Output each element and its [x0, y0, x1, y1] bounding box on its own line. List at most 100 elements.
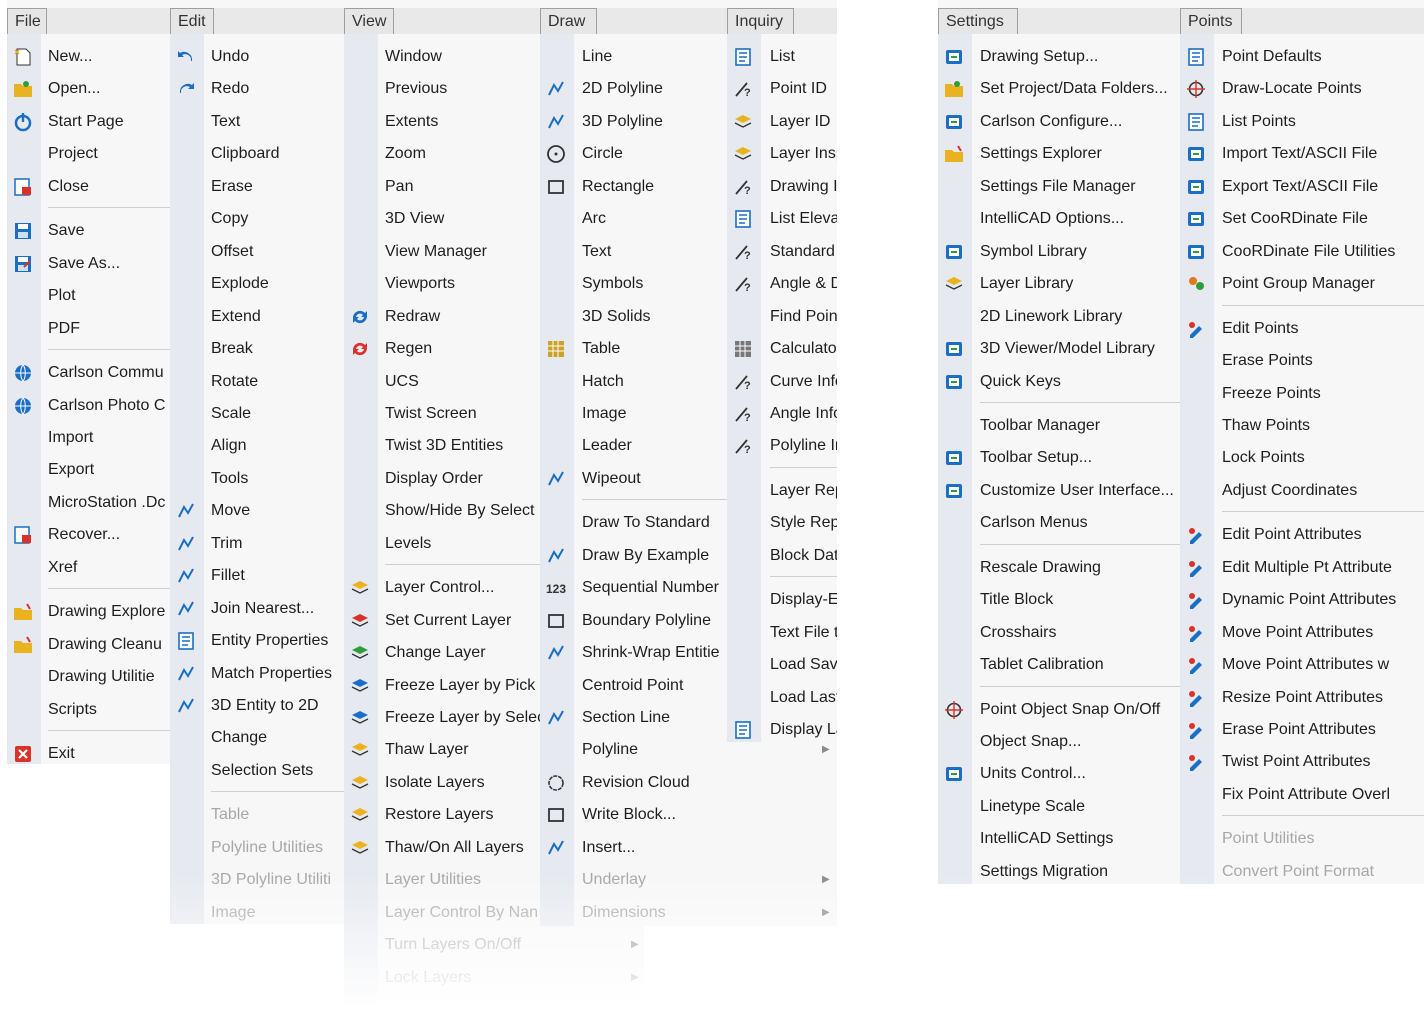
menu-item[interactable]: Edit Point Attributes	[1180, 520, 1424, 550]
menu-item[interactable]: Entity Properties	[170, 626, 344, 656]
menu-item[interactable]: Undo	[170, 42, 344, 72]
menu-item[interactable]: Twist Point Attributes	[1180, 747, 1424, 777]
menu-item[interactable]: Erase Point Attributes	[1180, 715, 1424, 745]
menu-item[interactable]: Carlson Commu	[7, 358, 170, 388]
menu-item[interactable]: Layer ID	[727, 107, 837, 137]
menu-item[interactable]: Layer Report	[727, 476, 837, 506]
menu-item[interactable]: Draw-Locate Points	[1180, 74, 1424, 104]
menu-item[interactable]: Settings Explorer	[938, 139, 1180, 169]
menu-item[interactable]: Units Control...	[938, 759, 1180, 789]
menu-item[interactable]: Xref	[7, 553, 170, 583]
menu-item[interactable]: Toolbar Setup...	[938, 443, 1180, 473]
menu-item[interactable]: Set CooRDinate File	[1180, 204, 1424, 234]
menu-item[interactable]: Insert...	[540, 833, 837, 863]
menu-tab-draw[interactable]: Draw	[540, 8, 597, 34]
menu-item[interactable]: Drawing Explore	[7, 597, 170, 627]
menu-item[interactable]: Scale	[170, 399, 344, 429]
menu-item[interactable]: Point Object Snap On/Off	[938, 695, 1180, 725]
menu-item[interactable]: Point Utilities	[1180, 824, 1424, 854]
menu-item[interactable]: Quick Keys	[938, 367, 1180, 397]
menu-item[interactable]: Offset	[170, 237, 344, 267]
menu-item[interactable]: Explode	[170, 269, 344, 299]
menu-item[interactable]: Display-Edit File	[727, 585, 837, 615]
menu-item[interactable]: Move	[170, 496, 344, 526]
menu-item[interactable]: Extend	[170, 302, 344, 332]
menu-item[interactable]: List Points	[1180, 107, 1424, 137]
menu-item[interactable]: Point Defaults	[1180, 42, 1424, 72]
menu-item[interactable]: Layer Inspector	[727, 139, 837, 169]
menu-item[interactable]: Drawing Setup...	[938, 42, 1180, 72]
menu-item[interactable]: List	[727, 42, 837, 72]
menu-item[interactable]: Erase	[170, 172, 344, 202]
menu-item[interactable]: Edit Multiple Pt Attribute	[1180, 553, 1424, 583]
menu-item[interactable]: 3D Entity to 2D	[170, 691, 344, 721]
menu-item[interactable]: Move Point Attributes	[1180, 618, 1424, 648]
menu-item[interactable]: Join Nearest...	[170, 594, 344, 624]
menu-item[interactable]: Open...	[7, 74, 170, 104]
menu-item[interactable]: Style Report	[727, 508, 837, 538]
menu-item[interactable]: Freeze Points	[1180, 379, 1424, 409]
menu-item[interactable]: Write Block...	[540, 800, 837, 830]
menu-item[interactable]: Object Snap...	[938, 727, 1180, 757]
menu-tab-view[interactable]: View	[344, 8, 394, 34]
menu-item[interactable]: Save	[7, 216, 170, 246]
menu-item[interactable]: ? Angle & Distance	[727, 269, 837, 299]
menu-item[interactable]: Customize User Interface...	[938, 476, 1180, 506]
menu-item[interactable]: Fix Point Attribute Overl	[1180, 780, 1424, 810]
menu-item[interactable]: Text	[170, 107, 344, 137]
menu-item[interactable]: Carlson Menus	[938, 508, 1180, 538]
menu-item[interactable]: Polyline Utilities	[170, 833, 344, 863]
menu-item[interactable]: New...	[7, 42, 170, 72]
menu-item[interactable]: Copy	[170, 204, 344, 234]
menu-item[interactable]: Selection Sets	[170, 756, 344, 786]
menu-item[interactable]: Start Page	[7, 107, 170, 137]
menu-item[interactable]: Import	[7, 423, 170, 453]
menu-item[interactable]: Align	[170, 431, 344, 461]
menu-item[interactable]: Crosshairs	[938, 618, 1180, 648]
menu-item[interactable]: Import Text/ASCII File	[1180, 139, 1424, 169]
menu-item[interactable]: Set Project/Data Folders...	[938, 74, 1180, 104]
menu-item[interactable]: Redo	[170, 74, 344, 104]
menu-item[interactable]: Adjust Coordinates	[1180, 476, 1424, 506]
menu-item[interactable]: MicroStation .Dc	[7, 488, 170, 518]
menu-item[interactable]: ? Drawing Inspector On	[727, 172, 837, 202]
menu-item[interactable]: Carlson Configure...	[938, 107, 1180, 137]
menu-item[interactable]: List Elevation	[727, 204, 837, 234]
menu-item[interactable]: Dynamic Point Attributes	[1180, 585, 1424, 615]
menu-item[interactable]: Point Group Manager	[1180, 269, 1424, 299]
menu-tab-settings[interactable]: Settings	[938, 8, 1018, 34]
menu-item[interactable]: ? Point ID	[727, 74, 837, 104]
menu-item[interactable]: Drawing Utilitie	[7, 662, 170, 692]
menu-item[interactable]: Recover...	[7, 520, 170, 550]
menu-item[interactable]: 3D Viewer/Model Library	[938, 334, 1180, 364]
menu-tab-file[interactable]: File	[7, 8, 47, 34]
menu-item[interactable]: Toolbar Manager	[938, 411, 1180, 441]
menu-item[interactable]: Settings File Manager	[938, 172, 1180, 202]
menu-item[interactable]: Break	[170, 334, 344, 364]
menu-item[interactable]: Rotate	[170, 367, 344, 397]
menu-item[interactable]: Linetype Scale	[938, 792, 1180, 822]
menu-item[interactable]: Rescale Drawing	[938, 553, 1180, 583]
menu-item[interactable]: Block Data Report	[727, 541, 837, 571]
menu-item[interactable]: Plot	[7, 281, 170, 311]
menu-item[interactable]: Text File to Report For	[727, 618, 837, 648]
menu-item[interactable]: Match Properties	[170, 659, 344, 689]
menu-item[interactable]: IntelliCAD Options...	[938, 204, 1180, 234]
menu-item[interactable]: Drawing Cleanu	[7, 630, 170, 660]
menu-item[interactable]: ? Angle Info	[727, 399, 837, 429]
menu-item[interactable]: Thaw Points	[1180, 411, 1424, 441]
menu-tab-points[interactable]: Points	[1180, 8, 1242, 34]
menu-item[interactable]: Display Last Report	[727, 715, 837, 742]
menu-item[interactable]: Lock Points	[1180, 443, 1424, 473]
menu-tab-inquiry[interactable]: Inquiry	[727, 8, 794, 34]
menu-item[interactable]: Tools	[170, 464, 344, 494]
menu-item[interactable]: Symbol Library	[938, 237, 1180, 267]
menu-item[interactable]: Erase Points	[1180, 346, 1424, 376]
menu-item[interactable]: CooRDinate File Utilities	[1180, 237, 1424, 267]
menu-item[interactable]: Layer Library	[938, 269, 1180, 299]
menu-item[interactable]: Table	[170, 800, 344, 830]
menu-item[interactable]: Exit	[7, 739, 170, 764]
menu-item[interactable]: ? Curve Info	[727, 367, 837, 397]
menu-item[interactable]: Carlson Photo C	[7, 391, 170, 421]
menu-item[interactable]: Scripts	[7, 695, 170, 725]
